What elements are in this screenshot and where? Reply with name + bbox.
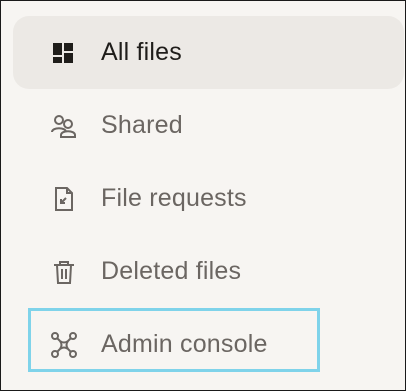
file-request-icon xyxy=(49,184,79,214)
sidebar-item-deleted-files[interactable]: Deleted files xyxy=(13,235,404,308)
shared-users-icon xyxy=(49,111,79,141)
all-files-icon xyxy=(49,38,79,68)
sidebar-item-file-requests[interactable]: File requests xyxy=(13,162,404,235)
sidebar-item-label: Admin console xyxy=(101,330,268,358)
sidebar-item-label: All files xyxy=(101,38,182,66)
sidebar-item-all-files[interactable]: All files xyxy=(13,16,404,89)
sidebar-item-shared[interactable]: Shared xyxy=(13,89,404,162)
sidebar-panel: All files Shared File requests Deleted f… xyxy=(0,0,406,391)
sidebar-item-label: Shared xyxy=(101,111,183,139)
sidebar-nav: All files Shared File requests Deleted f… xyxy=(13,16,404,381)
sidebar-item-admin-console[interactable]: Admin console xyxy=(13,308,404,381)
sidebar-item-label: File requests xyxy=(101,184,247,212)
trash-icon xyxy=(49,257,79,287)
sidebar-item-label: Deleted files xyxy=(101,257,242,285)
admin-console-icon xyxy=(49,330,79,360)
